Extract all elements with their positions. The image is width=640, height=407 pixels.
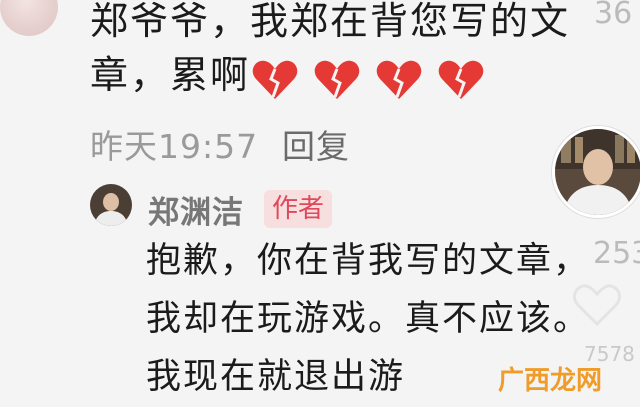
broken-hearts	[252, 51, 486, 105]
broken-heart-icon	[314, 60, 360, 99]
author-badge: 作者	[264, 190, 333, 228]
commenter-avatar[interactable]	[0, 0, 58, 36]
broken-heart-icon	[439, 60, 484, 99]
site-watermark: 广西龙网	[498, 360, 610, 400]
author-name[interactable]: 郑渊洁	[148, 187, 244, 232]
broken-heart-icon	[252, 60, 298, 99]
author-profile-picture[interactable]	[552, 126, 640, 218]
reply-like-count: 253	[593, 236, 640, 271]
reply-button[interactable]: 回复	[282, 120, 350, 168]
watermark-text: 广西龙网	[498, 366, 603, 396]
like-heart-icon[interactable]	[572, 282, 622, 328]
broken-heart-icon	[376, 60, 422, 99]
author-portrait-image	[555, 129, 640, 215]
author-avatar[interactable]	[90, 184, 132, 226]
comment-time: 昨天19:57	[90, 127, 259, 166]
comment-like-count: 36	[594, 0, 633, 31]
comment-text: 郑爷爷，我郑在背您写的文章，累啊	[90, 0, 570, 105]
author-avatar-image	[90, 184, 132, 226]
